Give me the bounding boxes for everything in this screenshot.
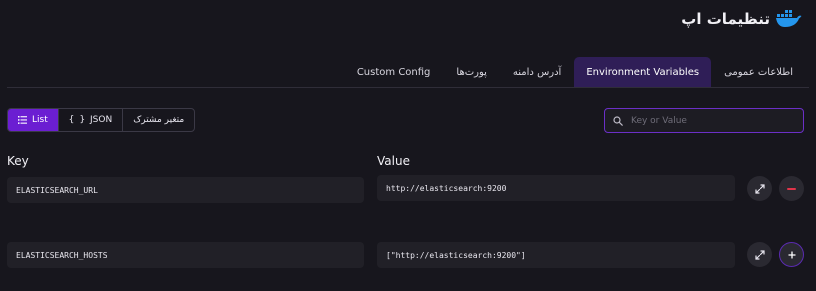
tab-bar: اطلاعات عمومی Environment Variables آدرس…: [7, 57, 809, 88]
expand-icon: [754, 183, 765, 194]
braces-icon: { }: [68, 115, 85, 125]
list-view-button[interactable]: List: [8, 109, 59, 131]
search-input[interactable]: [631, 115, 791, 126]
json-view-label: JSON: [90, 115, 113, 125]
search-field[interactable]: [604, 108, 804, 133]
tab-environment-variables[interactable]: Environment Variables: [574, 57, 712, 87]
shared-variable-label: متغیر مشترک: [133, 115, 185, 125]
env-key-field[interactable]: ELASTICSEARCH_HOSTS: [7, 242, 364, 268]
expand-button[interactable]: [747, 242, 772, 267]
tab-custom-config[interactable]: Custom Config: [344, 57, 444, 87]
env-key-field[interactable]: ELASTICSEARCH_URL: [7, 177, 364, 203]
remove-variable-button[interactable]: [779, 176, 804, 201]
docker-whale-icon: [776, 10, 802, 27]
shared-variable-button[interactable]: متغیر مشترک: [123, 109, 194, 131]
json-view-button[interactable]: { } JSON: [59, 109, 124, 131]
list-view-label: List: [32, 115, 48, 125]
app-header: تنظیمات اپ: [681, 8, 802, 30]
add-variable-button[interactable]: [779, 242, 804, 267]
env-value-field[interactable]: ["http://elasticsearch:9200"]: [377, 242, 735, 268]
list-icon: [18, 116, 27, 124]
plus-icon: [787, 250, 796, 259]
key-column-header: Key: [7, 154, 29, 168]
env-value-field[interactable]: http://elasticsearch:9200: [377, 175, 735, 201]
tab-domain-address[interactable]: آدرس دامنه: [500, 57, 574, 87]
expand-button[interactable]: [747, 176, 772, 201]
minus-icon: [787, 187, 796, 190]
page-title: تنظیمات اپ: [681, 10, 770, 28]
expand-icon: [754, 249, 765, 260]
value-column-header: Value: [377, 154, 410, 168]
search-icon: [613, 115, 623, 126]
tab-general-info[interactable]: اطلاعات عمومی: [711, 57, 806, 87]
tab-ports[interactable]: پورت‌ها: [443, 57, 500, 87]
view-toggle: List { } JSON متغیر مشترک: [7, 108, 196, 132]
